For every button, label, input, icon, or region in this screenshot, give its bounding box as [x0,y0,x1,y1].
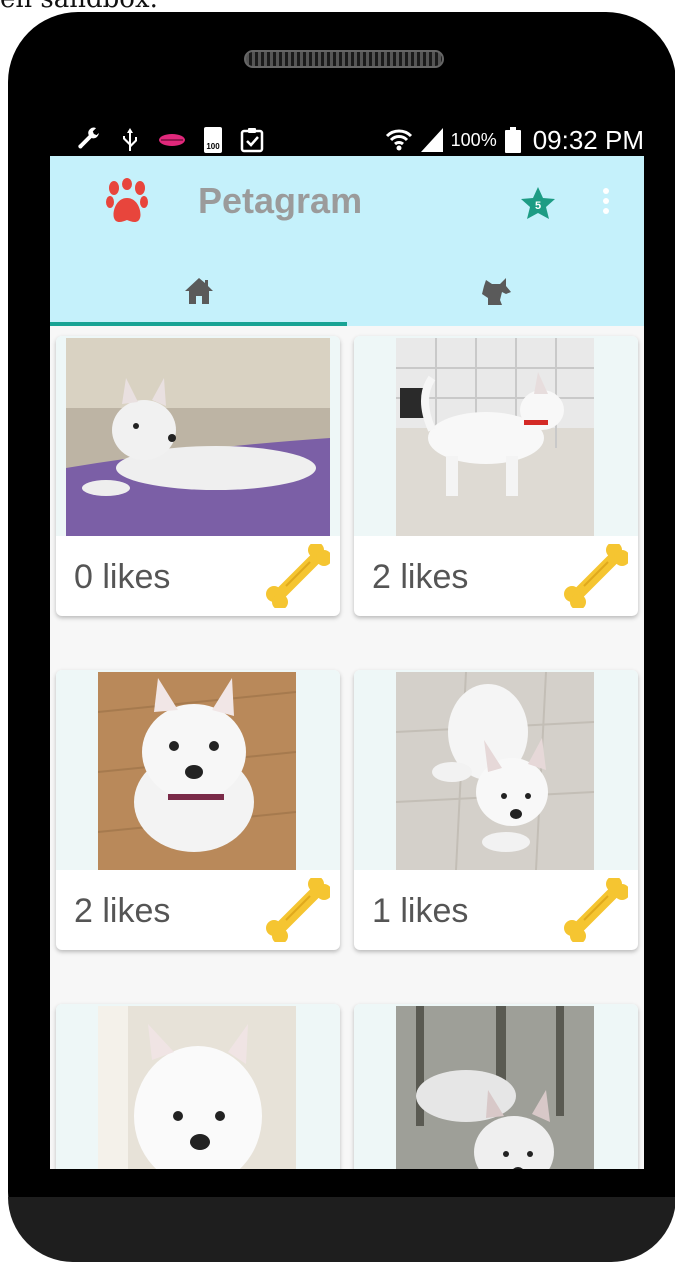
overflow-menu-icon[interactable] [600,188,612,218]
battery-icon [504,127,521,153]
battery-percent: 100% [450,129,497,150]
pet-card: 2 likes [56,670,340,950]
pet-card [354,1004,638,1169]
pet-photo-image [396,1006,594,1169]
clipboard-check-icon [240,128,264,153]
pet-photo[interactable] [354,670,638,870]
tab-dog[interactable] [347,256,644,326]
pet-card: 0 likes [56,336,340,616]
pet-photo[interactable] [354,1004,638,1169]
clock: 09:32 PM [532,124,644,155]
pet-photo[interactable] [354,336,638,536]
likes-count: 1 likes [372,892,469,930]
wrench-icon [78,127,99,149]
pet-photo-image [396,672,594,870]
wifi-icon [385,129,412,151]
battery-level-badge: 100 [206,142,220,151]
signal-icon [420,128,443,152]
likes-count: 2 likes [74,892,171,930]
pet-photo[interactable] [56,670,340,870]
app-title: Petagram [198,180,363,221]
pet-photo[interactable] [56,336,340,536]
app-screen: Petagram 5 0 likes 2 likes 2 likes 1 lik… [50,156,644,1169]
pet-card [56,1004,340,1169]
dog-icon [481,278,511,305]
app-bar: Petagram 5 [50,156,644,326]
pet-photo-image [98,1006,296,1169]
tab-selected-indicator [50,322,347,326]
lips-icon [159,134,185,146]
speaker-grille [244,50,444,68]
bone-like-icon[interactable] [564,878,628,942]
battery-level-icon: 100 [204,127,222,153]
pet-photo[interactable] [56,1004,340,1169]
pet-photo-image [98,672,296,870]
paw-icon [106,178,148,222]
likes-count: 2 likes [372,558,469,596]
bone-like-icon[interactable] [266,544,330,608]
pet-card: 1 likes [354,670,638,950]
home-icon [184,278,213,304]
pet-photo-image [396,338,594,536]
favorites-count: 5 [535,200,541,212]
bone-like-icon[interactable] [266,878,330,942]
tab-home[interactable] [50,256,347,326]
likes-count: 0 likes [74,558,171,596]
usb-icon [123,128,137,151]
favorites-star-icon[interactable]: 5 [520,186,556,220]
bone-like-icon[interactable] [564,544,628,608]
pet-photo-image [66,338,330,536]
pet-card: 2 likes [354,336,638,616]
phone-chin [8,1197,675,1262]
